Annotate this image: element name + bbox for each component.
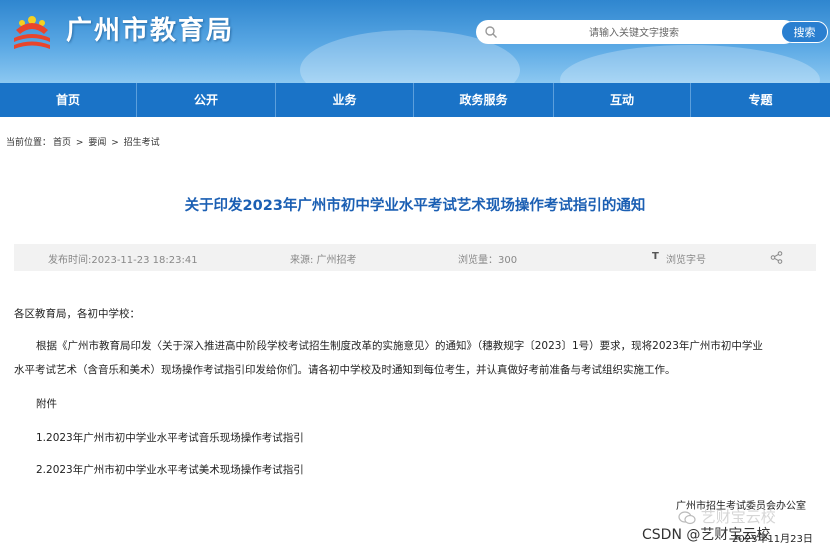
csdn-watermark: CSDN @艺财宝云校 [642,527,771,543]
breadcrumb-prefix: 当前位置： [6,138,52,148]
nav-item-home[interactable]: 首页 [0,83,137,117]
publish-time: 发布时间:2023-11-23 18:23:41 [48,255,198,266]
breadcrumb-item-admissions[interactable]: 招生考试 [124,138,160,148]
search-button[interactable]: 搜索 [781,21,828,43]
attachments-label: 附件 [36,398,57,410]
breadcrumb-separator: > [75,138,84,148]
article-source: 来源: 广州招考 [290,255,357,266]
body-paragraph-line1: 根据《广州市教育局印发〈关于深入推进高中阶段学校考试招生制度改革的实施意见〉的通… [36,340,763,352]
search-input[interactable] [502,23,766,43]
article-title: 关于印发2023年广州市初中学业水平考试艺术现场操作考试指引的通知 [184,198,646,214]
search-box [476,20,796,44]
font-size-icon[interactable]: T [652,251,659,262]
nav-item-business[interactable]: 业务 [276,83,414,117]
view-count: 浏览量：300 [458,255,518,266]
attachment-link[interactable]: 1.2023年广州市初中学业水平考试音乐现场操作考试指引 [36,430,304,445]
article-meta-bar: 发布时间:2023-11-23 18:23:41 来源: 广州招考 浏览量：30… [14,244,816,271]
site-header: 广州市教育局 搜索 [0,0,830,83]
search-bar: 搜索 [476,20,828,44]
nav-item-public[interactable]: 公开 [137,83,276,117]
wechat-icon [678,510,696,524]
nav-item-interaction[interactable]: 互动 [554,83,691,117]
site-title[interactable]: 广州市教育局 [66,10,234,47]
breadcrumb-separator: > [111,138,119,148]
salutation: 各区教育局，各初中学校： [14,308,140,320]
body-paragraph-line2: 水平考试艺术（含音乐和美术）现场操作考试指引印发给你们。请各初中学校及时通知到每… [14,364,676,376]
breadcrumb: 当前位置： 首页 > 要闻 > 招生考试 [6,135,162,148]
nav-item-topics[interactable]: 专题 [691,83,830,117]
font-size-toggle[interactable]: 浏览字号 [666,251,706,266]
share-icon[interactable] [770,251,783,264]
breadcrumb-item-news[interactable]: 要闻 [88,138,106,148]
breadcrumb-item-home[interactable]: 首页 [53,138,71,148]
education-bureau-logo-icon[interactable] [8,8,56,54]
main-nav: 首页 公开 业务 政务服务 互动 专题 [0,83,830,117]
nav-item-gov-service[interactable]: 政务服务 [414,83,554,117]
search-icon [485,26,497,38]
header-cloud [560,45,820,83]
attachment-link[interactable]: 2.2023年广州市初中学业水平考试美术现场操作考试指引 [36,462,304,477]
